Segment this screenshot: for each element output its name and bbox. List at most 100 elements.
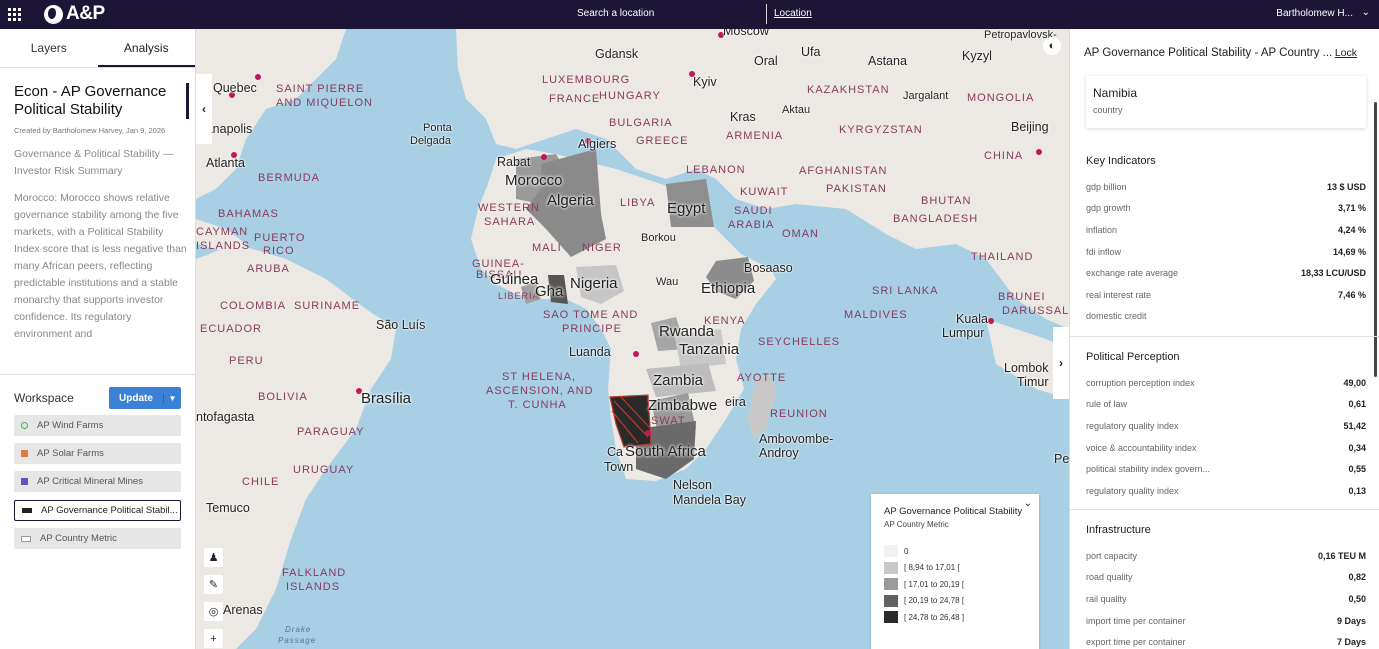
workspace-label: Workspace [14,391,74,405]
section-title: Infrastructure [1086,524,1151,536]
map-label-jargalant: Jargalant [903,90,949,102]
workspace-layer-wind[interactable]: AP Wind Farms [14,415,181,436]
map-label-cape-town-1: Ca [607,445,623,459]
indicator-label: regulatory quality index [1086,420,1179,431]
map-label-lebanon: LEBANON [686,164,746,176]
divider [1070,509,1379,510]
indicator-row: inflation 4,24 % [1086,219,1366,241]
map-label-uruguay: URUGUAY [293,464,355,476]
tab-layers[interactable]: Layers [0,29,98,67]
indicator-label: port capacity [1086,550,1138,561]
map-label-kyzyl: Kyzyl [962,49,992,63]
workspace-layer-solar[interactable]: AP Solar Farms [14,443,181,464]
indicator-label: regulatory quality index [1086,485,1179,496]
indicator-value: 9 Days [1336,615,1366,626]
map-label-rwanda: Rwanda [659,323,715,340]
map-label-oral: Oral [754,54,778,68]
map-label-falkland: FALKLAND [282,567,347,579]
map-label-delgada: Delgada [410,135,451,147]
map-label-kyrgyzstan: KYRGYZSTAN [839,124,923,136]
indicator-row: regulatory quality index 51,42 [1086,415,1366,437]
map-label-western: WESTERN [478,202,540,214]
map-label-falkland-islands: ISLANDS [286,581,341,593]
map-label-aruba: ARUBA [247,263,290,275]
brand-logo[interactable]: A&P [44,3,105,25]
map-label-china: CHINA [984,150,1024,162]
workspace-layer-mines[interactable]: AP Critical Mineral Mines [14,471,181,492]
map-label-bulgaria: BULGARIA [609,117,673,129]
location-link[interactable]: Location [774,8,812,19]
street-view-button[interactable]: ♟ [204,548,223,567]
map-label-luxembourg: LUXEMBOURG [542,74,631,86]
update-button[interactable]: Update ▼ [109,387,181,409]
map-label-kuwait: KUWAIT [740,186,789,198]
indicator-row: road quality 0,82 [1086,567,1366,589]
legend-row: [ 24,78 to 26,48 ] [884,609,1039,626]
user-menu[interactable]: Bartholomew H... [1276,8,1353,19]
brand-name: A&P [66,3,105,24]
indicator-label: gdp billion [1086,181,1127,192]
map-label-eswatini: SWAT [651,415,686,427]
indicator-row: political stability index govern... 0,55 [1086,458,1366,480]
indicator-value: 51,42 [1343,420,1366,431]
indicator-label: rail quality [1086,593,1127,604]
indicator-label: road quality [1086,572,1133,583]
solar-farm-icon [21,450,28,457]
map-label-tanzania: Tanzania [679,341,740,358]
collapse-right-panel-button[interactable]: › [1053,327,1069,399]
choropleth-icon [22,508,32,513]
map-label-colombia: COLOMBIA [220,300,287,312]
map-label-kazakhstan: KAZAKHSTAN [807,84,890,96]
legend-label: [ 20,19 to 24,78 [ [904,596,965,606]
indicator-value: 18,33 LCU/USD [1300,268,1366,279]
chevron-down-icon[interactable]: ▼ [163,393,181,403]
tab-analysis[interactable]: Analysis [97,29,195,67]
legend-row: 0 [884,543,1039,560]
lock-button[interactable]: Lock [1335,47,1357,59]
globe-logo-icon [44,4,63,24]
map-label-madagascar: eira [725,395,746,409]
collapse-left-panel-button[interactable]: ‹ [196,74,212,144]
locate-button[interactable]: ◎ [204,602,223,621]
map-label-quebec: Quebec [213,81,257,95]
top-bar: A&P Search a location Location Bartholom… [0,0,1379,29]
map-legend: ⌄ AP Governance Political Stability AP C… [871,494,1039,649]
zoom-in-button[interactable]: + [204,629,223,648]
workspace-layer-governance[interactable]: AP Governance Political Stabil... [14,500,181,521]
workspace-layer-country-metric[interactable]: AP Country Metric [14,528,181,549]
map-label-ecuador: ECUADOR [200,323,263,335]
layer-label: AP Solar Farms [37,448,104,459]
indicator-row: export time per container 7 Days [1086,631,1366,649]
map-label-saint-pierre: SAINT PIERRE [276,83,365,95]
indicator-label: rule of law [1086,399,1128,410]
map-label-libya: LIBYA [620,197,656,209]
map-label-ghana: Gha [535,283,564,300]
indicator-value: 0,13 [1348,485,1366,496]
chevron-down-icon[interactable]: ⌄ [1024,498,1032,509]
chevron-down-icon[interactable]: ⌄ [1362,7,1370,18]
location-search-input[interactable]: Search a location [577,8,654,19]
app-grid-icon[interactable] [8,8,21,21]
indicator-row: gdp billion 13 $ USD [1086,176,1366,198]
map-label-luanda: Luanda [569,345,611,359]
map-label-passage: Passage [278,636,317,645]
map-label-antofagasta: ntofagasta [196,410,255,424]
map-label-sahara: SAHARA [484,216,536,228]
indicator-row: exchange rate average 18,33 LCU/USD [1086,262,1366,284]
indicator-value: 0,34 [1348,442,1366,453]
left-panel: Layers Analysis Econ - AP Governance Pol… [0,29,196,649]
analysis-scrollbar[interactable] [186,83,189,119]
map-label-mayotte: AYOTTE [737,372,787,384]
map-label-seychelles: SEYCHELLES [758,336,841,348]
measure-button[interactable]: ✎ [204,575,223,594]
wind-farm-icon [21,422,28,429]
map-view[interactable]: Moscow Gdansk Ufa Oral Astana Kyzyl Petr… [196,29,1069,649]
map-label-nigeria: Nigeria [570,275,618,292]
indicator-value: 0,82 [1348,572,1366,583]
indicator-row: domestic credit [1086,306,1366,328]
map-label-kras: Kras [730,110,756,124]
map-label-oman: OMAN [782,228,819,240]
legend-label: 0 [904,546,909,556]
map-label-armenia: ARMENIA [726,130,784,142]
globe-view-button[interactable]: ◐ [1043,37,1061,55]
